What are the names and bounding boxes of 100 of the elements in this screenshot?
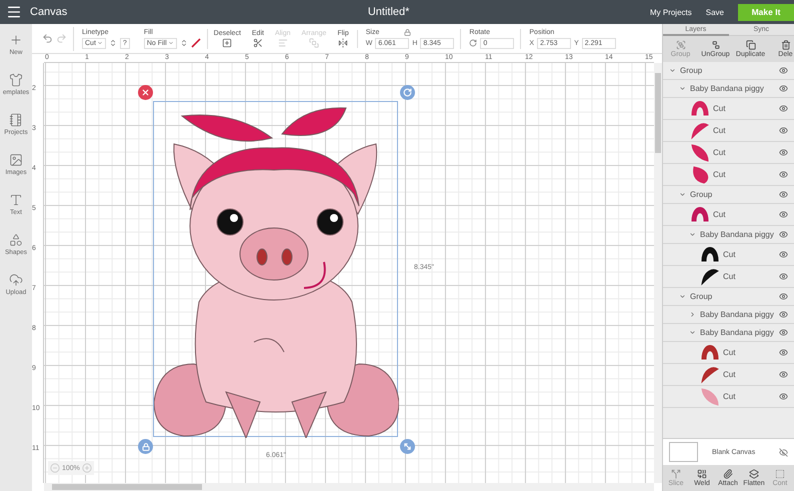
lock-handle-icon[interactable] [138, 439, 153, 454]
undo-icon[interactable] [42, 33, 53, 44]
layer-row[interactable]: Cut [663, 142, 794, 164]
flip-icon [338, 38, 348, 48]
paperclip-icon [723, 469, 733, 479]
notebook-icon [8, 112, 23, 126]
deselect-icon [222, 38, 232, 48]
text-icon [9, 192, 23, 206]
horizontal-scrollbar[interactable] [44, 483, 654, 491]
layer-name: Group [690, 190, 712, 199]
shirt-icon [9, 72, 23, 86]
layer-name: Baby Bandana piggy [700, 230, 774, 239]
visibility-icon[interactable] [779, 370, 788, 379]
resize-handle-icon[interactable] [400, 439, 415, 454]
caret-icon[interactable] [669, 67, 676, 74]
layer-name: Cut [723, 272, 736, 281]
layer-name: Cut [713, 148, 726, 157]
menu-icon[interactable] [6, 4, 22, 20]
visibility-icon[interactable] [779, 392, 788, 401]
trash-icon [780, 40, 790, 50]
weld-icon [697, 469, 707, 479]
slice-icon [671, 469, 681, 479]
pen-color-icon[interactable] [190, 38, 201, 48]
contour-icon [775, 469, 785, 479]
flatten-icon [749, 469, 759, 479]
layer-name: Cut [723, 392, 736, 401]
layer-row[interactable]: Baby Bandana piggy [663, 324, 794, 342]
close-icon[interactable] [138, 85, 153, 100]
caret-icon[interactable] [689, 329, 696, 336]
scissors-icon [252, 38, 263, 48]
layer-name: Cut [713, 210, 726, 219]
layer-row[interactable]: Baby Bandana piggy [663, 226, 794, 244]
canvas-swatch[interactable] [669, 442, 698, 462]
visibility-icon[interactable] [779, 250, 788, 259]
visibility-icon[interactable] [779, 310, 788, 319]
layer-row[interactable]: Group [663, 288, 794, 306]
arrange-icon [308, 38, 319, 48]
hidden-icon[interactable] [779, 448, 788, 456]
caret-icon [96, 40, 103, 46]
caret-icon[interactable] [679, 85, 686, 92]
layer-row[interactable]: Group [663, 186, 794, 204]
visibility-icon[interactable] [779, 272, 788, 281]
duplicate-icon [746, 40, 756, 50]
visibility-icon[interactable] [779, 210, 788, 219]
image-icon [8, 152, 23, 166]
rotate-handle-icon[interactable] [400, 85, 415, 100]
app-title: Canvas [30, 6, 68, 18]
visibility-icon[interactable] [779, 190, 788, 199]
layer-row[interactable]: Baby Bandana piggy [663, 306, 794, 324]
layer-name: Group [690, 292, 712, 301]
caret-icon[interactable] [689, 311, 696, 318]
rotate-icon [469, 39, 478, 47]
layer-row[interactable]: Baby Bandana piggy [663, 80, 794, 98]
visibility-icon[interactable] [779, 104, 788, 113]
vertical-scrollbar[interactable] [654, 63, 662, 483]
visibility-icon[interactable] [779, 126, 788, 135]
visibility-icon[interactable] [779, 292, 788, 301]
layer-row[interactable]: Cut [663, 204, 794, 226]
layer-name: Cut [713, 170, 726, 179]
visibility-icon[interactable] [779, 328, 788, 337]
caret-icon[interactable] [679, 191, 686, 198]
visibility-icon[interactable] [779, 230, 788, 239]
layer-row[interactable]: Cut [663, 266, 794, 288]
layer-name: Cut [723, 370, 736, 379]
header-link[interactable]: Save [706, 8, 724, 16]
layer-row[interactable]: Cut [663, 364, 794, 386]
visibility-icon[interactable] [779, 66, 788, 75]
shapes-icon [8, 232, 23, 246]
stepper-icon[interactable] [108, 39, 117, 47]
header-link[interactable]: My Projects [650, 8, 692, 16]
new-icon [9, 32, 23, 46]
layer-name: Cut [723, 250, 736, 259]
stepper-icon[interactable] [180, 39, 188, 47]
layer-row[interactable]: Cut [663, 120, 794, 142]
ungroup-icon [710, 40, 720, 50]
layer-row[interactable]: Group [663, 62, 794, 80]
layer-row[interactable]: Cut [663, 164, 794, 186]
layer-name: Cut [723, 348, 736, 357]
caret-icon [168, 40, 174, 46]
layer-name: Cut [713, 104, 726, 113]
upload-icon [8, 272, 23, 286]
visibility-icon[interactable] [779, 148, 788, 157]
align-icon [278, 38, 288, 48]
visibility-icon[interactable] [779, 348, 788, 357]
visibility-icon[interactable] [779, 84, 788, 93]
group-icon [676, 40, 686, 50]
visibility-icon[interactable] [779, 170, 788, 179]
document-title: Untitled* [366, 6, 410, 18]
caret-icon[interactable] [689, 231, 696, 238]
layer-name: Cut [713, 126, 726, 135]
layer-name: Baby Bandana piggy [690, 84, 764, 93]
layer-row[interactable]: Cut [663, 98, 794, 120]
layer-name: Baby Bandana piggy [700, 328, 774, 337]
lock-icon[interactable] [404, 28, 412, 36]
layer-name: Baby Bandana piggy [700, 310, 774, 319]
layer-name: Group [680, 66, 702, 75]
layer-row[interactable]: Cut [663, 342, 794, 364]
layer-row[interactable]: Cut [663, 244, 794, 266]
layer-row[interactable]: Cut [663, 386, 794, 408]
caret-icon[interactable] [679, 293, 686, 300]
